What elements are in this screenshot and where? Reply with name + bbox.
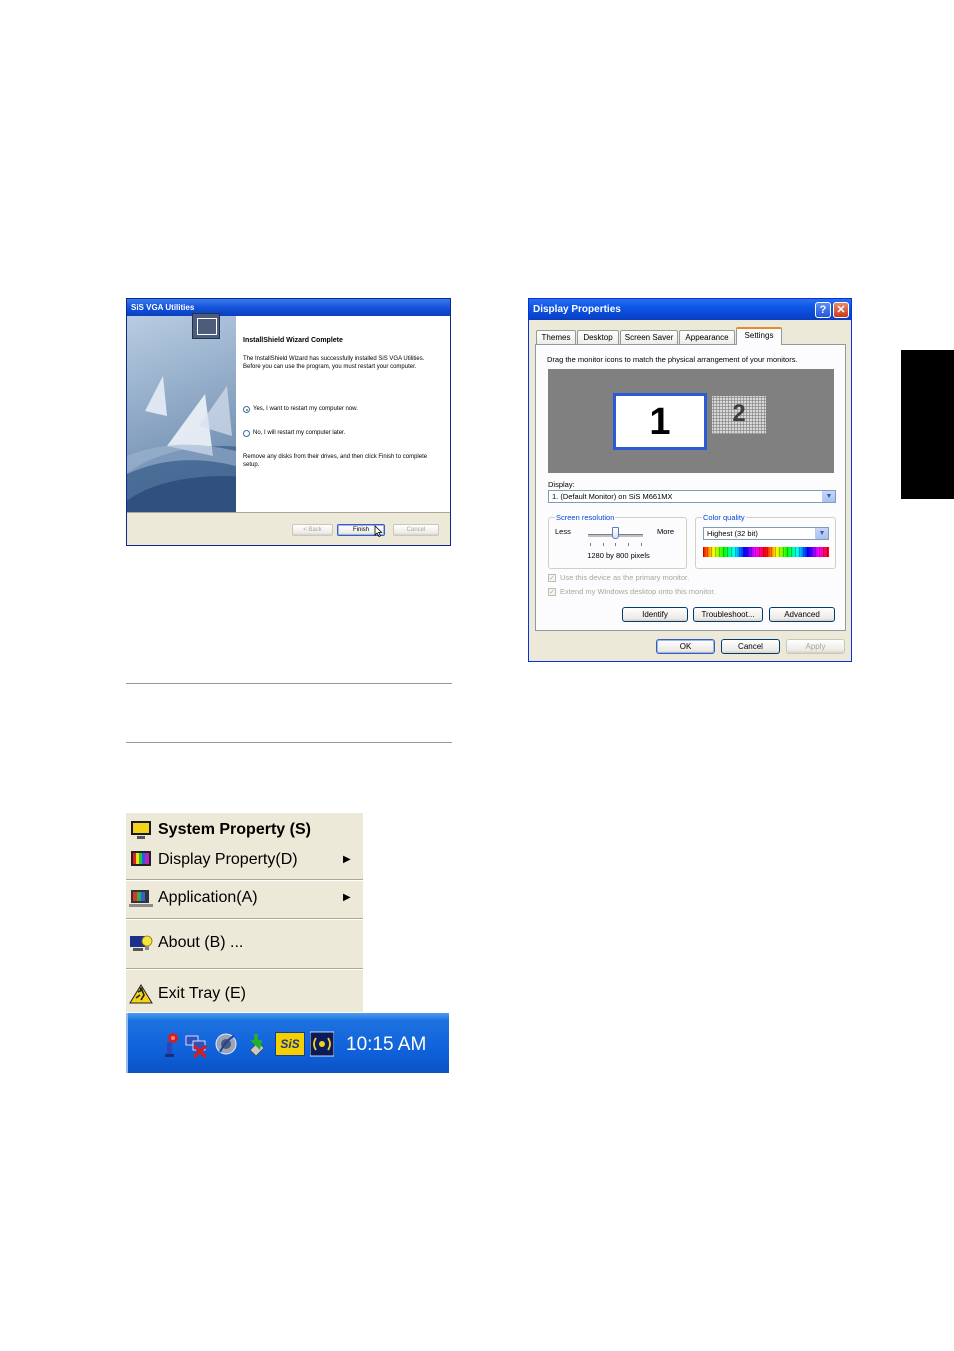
taskbar-system-tray: SiS 10:15 AM (126, 1013, 449, 1073)
ok-button[interactable]: OK (656, 639, 715, 654)
safely-remove-icon[interactable] (244, 1030, 268, 1058)
restart-now-label[interactable]: Yes, I want to restart my computer now. (253, 406, 358, 412)
monitor-icon (131, 821, 151, 839)
color-spectrum-bar (703, 547, 829, 557)
close-button[interactable]: ✕ (833, 302, 849, 318)
identify-button[interactable]: Identify (622, 607, 688, 622)
cancel-button[interactable]: Cancel (721, 639, 780, 654)
color-quality-value: Highest (32 bit) (707, 529, 758, 538)
color-quality-select[interactable]: Highest (32 bit) ▼ (703, 527, 829, 540)
sis-icon[interactable]: SiS (275, 1032, 305, 1056)
installer-cancel-button[interactable]: Cancel (393, 524, 439, 536)
color-quality-group: Color quality Highest (32 bit) ▼ (695, 513, 836, 569)
monitor-arrangement-instruction: Drag the monitor icons to match the phys… (547, 355, 798, 364)
installer-content-panel (236, 316, 450, 512)
color-quality-title: Color quality (702, 513, 746, 522)
menu-item-system-property[interactable]: System Property (S) (126, 817, 363, 843)
display-properties-title-bar[interactable]: Display Properties (529, 299, 851, 320)
sail-art-icon (127, 376, 236, 512)
restart-later-radio[interactable] (243, 430, 250, 437)
resolution-less-label: Less (555, 527, 571, 536)
installshield-logo-icon (192, 313, 220, 339)
slider-tick (603, 543, 604, 546)
menu-item-about[interactable]: About (B) ... (126, 930, 363, 956)
exit-icon (129, 984, 153, 1004)
menu-label-application: Application(A) (158, 889, 258, 906)
tray-context-menu: System Property (S) Display Property(D) … (126, 813, 363, 1012)
troubleshoot-button[interactable]: Troubleshoot... (693, 607, 763, 622)
tab-settings[interactable]: Settings (736, 327, 782, 345)
installer-message: The InstallShield Wizard has successfull… (243, 356, 425, 370)
submenu-arrow-icon: ▶ (343, 892, 351, 903)
chevron-down-icon[interactable]: ▼ (822, 491, 835, 502)
radio-selected-dot (245, 408, 248, 411)
note-divider-bottom (126, 742, 452, 743)
menu-separator (126, 918, 363, 920)
menu-item-display-property[interactable]: Display Property(D) ▶ (126, 847, 363, 873)
slider-tick (615, 543, 616, 546)
screen-resolution-group: Screen resolution Less More 1280 by 800 … (548, 513, 687, 569)
back-button[interactable]: < Back (292, 524, 333, 536)
display-select[interactable]: 1. (Default Monitor) on SiS M661MX ▼ (548, 490, 836, 503)
tab-themes[interactable]: Themes (536, 330, 576, 345)
color-bars-icon (131, 851, 151, 866)
network-disconnected-icon[interactable] (184, 1030, 208, 1058)
installer-heading: InstallShield Wizard Complete (243, 337, 343, 344)
resolution-more-label: More (657, 527, 675, 536)
slider-tick (628, 543, 629, 546)
advanced-button[interactable]: Advanced (769, 607, 835, 622)
lightbulb-icon (130, 935, 153, 951)
side-tab-marker (901, 350, 954, 499)
wireless-icon[interactable] (310, 1030, 334, 1058)
menu-label-exit-tray: Exit Tray (E) (158, 985, 247, 1002)
primary-monitor-checkbox[interactable]: ✓ (548, 574, 556, 582)
tab-appearance[interactable]: Appearance (679, 330, 735, 345)
display-label: Display: (548, 480, 575, 489)
monitor-1-icon[interactable]: 1 (613, 393, 707, 450)
mouse-cursor-icon (374, 525, 383, 537)
submenu-arrow-icon: ▶ (343, 854, 351, 865)
note-divider-top (126, 683, 452, 684)
menu-separator (126, 968, 363, 970)
speaker-icon[interactable] (214, 1030, 238, 1058)
primary-monitor-label: Use this device as the primary monitor. (560, 573, 690, 582)
display-properties-window: Display Properties ? ✕ Themes Desktop Sc… (528, 298, 852, 662)
installer-title-bar[interactable]: SiS VGA Utilities (127, 299, 450, 316)
menu-label-system-property: System Property (S) (158, 821, 311, 838)
extend-desktop-checkbox[interactable]: ✓ (548, 588, 556, 596)
extend-desktop-label: Extend my Windows desktop onto this moni… (560, 587, 716, 596)
help-button[interactable]: ? (815, 302, 831, 318)
tab-screen-saver[interactable]: Screen Saver (620, 330, 678, 345)
settings-panel: Drag the monitor icons to match the phys… (535, 344, 846, 631)
menu-separator (126, 879, 363, 881)
resolution-value: 1280 by 800 pixels (587, 551, 650, 560)
resolution-slider-thumb[interactable] (612, 527, 619, 539)
slider-tick (641, 543, 642, 546)
display-select-value: 1. (Default Monitor) on SiS M661MX (552, 492, 673, 501)
apply-button[interactable]: Apply (786, 639, 845, 654)
monitor-2-icon[interactable]: 2 (712, 396, 766, 434)
tab-desktop[interactable]: Desktop (577, 330, 619, 345)
chevron-down-icon[interactable]: ▼ (815, 528, 828, 539)
menu-label-about: About (B) ... (158, 934, 244, 951)
usb-icon[interactable] (158, 1030, 182, 1058)
application-icon (129, 890, 153, 907)
menu-item-exit-tray[interactable]: Exit Tray (E) (126, 981, 363, 1007)
menu-label-display-property: Display Property(D) (158, 851, 298, 868)
taskbar-clock[interactable]: 10:15 AM (346, 1034, 426, 1056)
installer-remove-disks-text: Remove any disks from their drives, and … (243, 454, 428, 468)
menu-item-application[interactable]: Application(A) ▶ (126, 885, 363, 911)
installer-window: SiS VGA Utilities InstallShield Wizard C… (126, 298, 451, 546)
monitor-arrangement-area: 1 2 (548, 369, 834, 473)
screen-resolution-title: Screen resolution (555, 513, 616, 522)
slider-tick (590, 543, 591, 546)
restart-later-label[interactable]: No, I will restart my computer later. (253, 430, 345, 436)
restart-now-radio[interactable] (243, 406, 250, 413)
installer-side-art (127, 316, 236, 512)
installer-divider (127, 512, 450, 513)
